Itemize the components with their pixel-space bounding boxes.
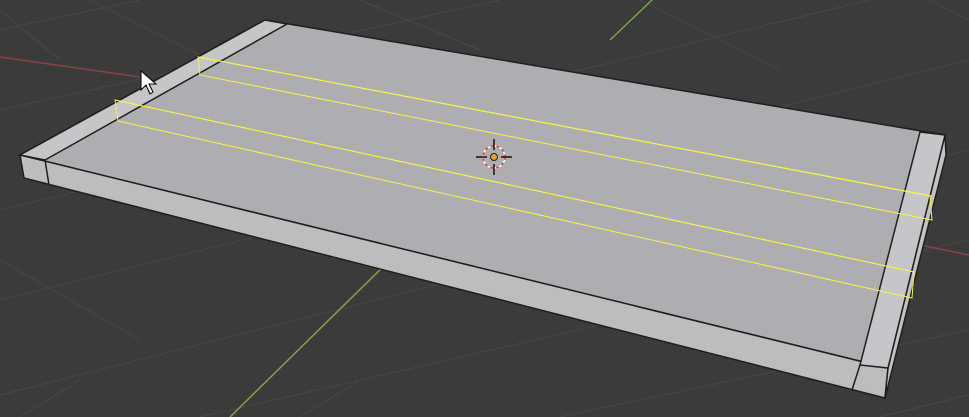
plane-slab-mesh[interactable] <box>17 19 947 399</box>
x-axis-line <box>0 56 141 78</box>
y-axis-line <box>609 0 653 41</box>
3d-viewport[interactable] <box>0 0 969 417</box>
viewport-canvas[interactable] <box>0 0 969 417</box>
y-axis-line-bottom <box>229 257 393 417</box>
